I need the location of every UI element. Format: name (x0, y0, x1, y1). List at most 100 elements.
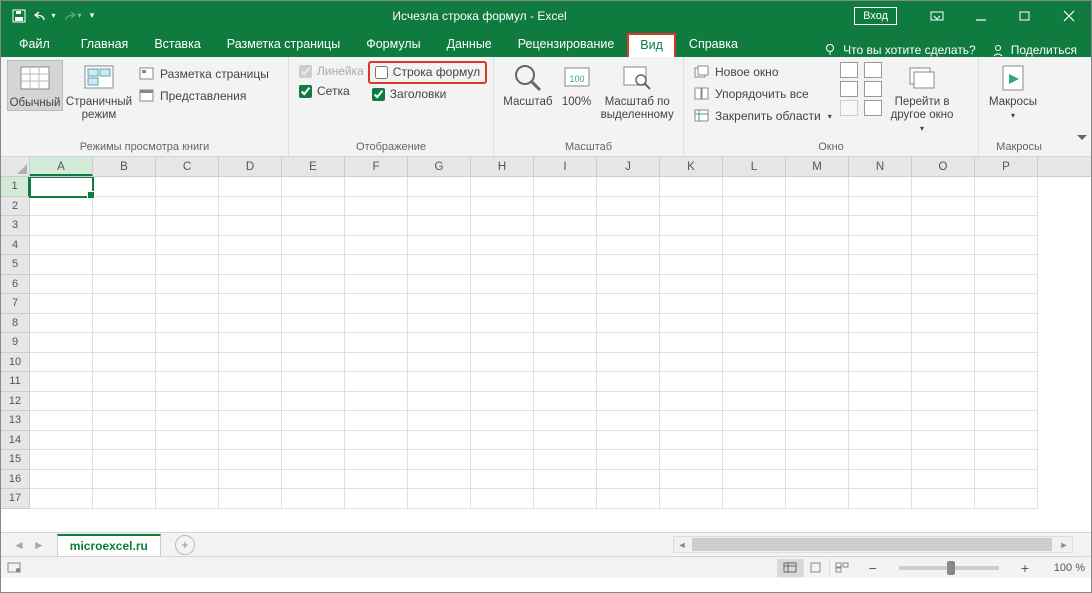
cell[interactable] (597, 353, 660, 373)
cell[interactable] (597, 197, 660, 217)
cell[interactable] (849, 314, 912, 334)
cell[interactable] (534, 372, 597, 392)
cell[interactable] (534, 431, 597, 451)
cell[interactable] (93, 236, 156, 256)
login-button[interactable]: Вход (854, 7, 897, 25)
cell[interactable] (849, 333, 912, 353)
cell[interactable] (30, 216, 93, 236)
row-header[interactable]: 13 (1, 411, 30, 431)
cell[interactable] (723, 236, 786, 256)
cell[interactable] (282, 177, 345, 197)
cell[interactable] (345, 236, 408, 256)
cell[interactable] (786, 411, 849, 431)
cell[interactable] (408, 470, 471, 490)
cell[interactable] (282, 450, 345, 470)
cell[interactable] (93, 275, 156, 295)
cell[interactable] (471, 353, 534, 373)
cell[interactable] (156, 275, 219, 295)
cell[interactable] (534, 411, 597, 431)
column-header[interactable]: H (471, 157, 534, 176)
cell[interactable] (723, 353, 786, 373)
cell[interactable] (534, 314, 597, 334)
row-header[interactable]: 1 (1, 177, 30, 197)
cell[interactable] (156, 372, 219, 392)
cell[interactable] (93, 431, 156, 451)
cell[interactable] (849, 255, 912, 275)
tab-data[interactable]: Данные (434, 32, 505, 57)
cell[interactable] (408, 197, 471, 217)
cell[interactable] (849, 431, 912, 451)
cell[interactable] (723, 470, 786, 490)
column-header[interactable]: C (156, 157, 219, 176)
cell[interactable] (408, 372, 471, 392)
cell[interactable] (849, 353, 912, 373)
row-header[interactable]: 5 (1, 255, 30, 275)
cell[interactable] (660, 236, 723, 256)
normal-view-button[interactable]: Обычный (7, 60, 63, 111)
zoom-100-button[interactable]: 100 100% (556, 60, 598, 109)
cell[interactable] (660, 294, 723, 314)
cell[interactable] (282, 470, 345, 490)
cell[interactable] (156, 450, 219, 470)
cell[interactable] (408, 450, 471, 470)
cell[interactable] (660, 372, 723, 392)
cell[interactable] (219, 177, 282, 197)
normal-view-shortcut[interactable] (777, 559, 803, 577)
column-header[interactable]: A (30, 157, 93, 176)
cell[interactable] (534, 333, 597, 353)
arrange-all-button[interactable]: Упорядочить все (694, 86, 836, 102)
cell[interactable] (471, 411, 534, 431)
cell[interactable] (912, 236, 975, 256)
cell[interactable] (282, 333, 345, 353)
cell[interactable] (345, 177, 408, 197)
cell[interactable] (156, 216, 219, 236)
sheet-tab[interactable]: microexcel.ru (57, 534, 161, 556)
cell[interactable] (534, 216, 597, 236)
cell[interactable] (471, 431, 534, 451)
cell[interactable] (912, 275, 975, 295)
cell[interactable] (30, 314, 93, 334)
cell[interactable] (975, 197, 1038, 217)
cell[interactable] (345, 314, 408, 334)
cell[interactable] (786, 197, 849, 217)
cell[interactable] (597, 294, 660, 314)
cell[interactable] (471, 450, 534, 470)
cell[interactable] (219, 431, 282, 451)
cell[interactable] (912, 392, 975, 412)
cell[interactable] (156, 314, 219, 334)
cell[interactable] (786, 216, 849, 236)
cell[interactable] (471, 255, 534, 275)
cell[interactable] (723, 392, 786, 412)
cell[interactable] (597, 411, 660, 431)
column-header[interactable]: E (282, 157, 345, 176)
cell[interactable] (408, 294, 471, 314)
tab-view[interactable]: Вид (627, 33, 676, 58)
cell[interactable] (660, 411, 723, 431)
cell[interactable] (282, 314, 345, 334)
cell[interactable] (156, 411, 219, 431)
cell[interactable] (219, 470, 282, 490)
cell[interactable] (345, 294, 408, 314)
cell[interactable] (660, 489, 723, 509)
row-header[interactable]: 8 (1, 314, 30, 334)
cell[interactable] (93, 372, 156, 392)
cell[interactable] (219, 411, 282, 431)
cell[interactable] (471, 489, 534, 509)
cell[interactable] (30, 353, 93, 373)
column-header[interactable]: P (975, 157, 1038, 176)
cell[interactable] (660, 255, 723, 275)
add-sheet-button[interactable]: + (175, 535, 195, 555)
split-icon[interactable] (840, 62, 858, 78)
cell[interactable] (30, 197, 93, 217)
cell[interactable] (849, 294, 912, 314)
cell[interactable] (786, 236, 849, 256)
cell[interactable] (93, 177, 156, 197)
cell[interactable] (408, 333, 471, 353)
column-header[interactable]: D (219, 157, 282, 176)
cell[interactable] (660, 431, 723, 451)
row-header[interactable]: 17 (1, 489, 30, 509)
cell[interactable] (912, 255, 975, 275)
cell[interactable] (156, 353, 219, 373)
cell[interactable] (408, 177, 471, 197)
page-layout-shortcut[interactable] (803, 559, 829, 577)
